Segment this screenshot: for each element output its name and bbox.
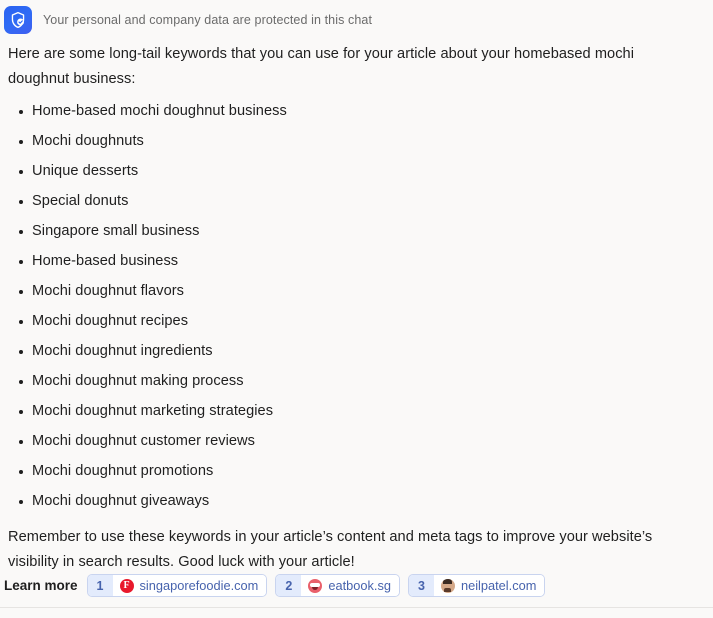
citation-body: neilpatel.com [433, 575, 545, 596]
privacy-banner: Your personal and company data are prote… [0, 0, 713, 34]
citation-index: 3 [408, 575, 434, 596]
list-item: Singapore small business [8, 216, 691, 246]
privacy-banner-text: Your personal and company data are prote… [43, 12, 373, 27]
citation-index: 1 [87, 575, 113, 596]
list-item: Mochi doughnuts [8, 126, 691, 156]
list-item: Mochi doughnut promotions [8, 456, 691, 486]
citation-domain: eatbook.sg [328, 578, 391, 593]
learn-more-label: Learn more [4, 578, 78, 593]
shield-check-icon [4, 5, 32, 34]
bottom-divider [0, 607, 713, 608]
list-item: Mochi doughnut marketing strategies [8, 396, 691, 426]
citation-domain: singaporefoodie.com [139, 578, 259, 593]
citation-chip-singaporefoodie[interactable]: 1 F singaporefoodie.com [86, 574, 268, 597]
citation-chip-neilpatel[interactable]: 3 neilpatel.com [407, 574, 546, 597]
neilpatel-avatar-favicon-icon [440, 578, 455, 593]
citation-body: eatbook.sg [301, 575, 399, 596]
list-item: Home-based business [8, 246, 691, 276]
keyword-list: Home-based mochi doughnut business Mochi… [8, 96, 691, 516]
citation-chip-eatbook[interactable]: 2 eatbook.sg [275, 574, 400, 597]
eatbook-favicon-icon [308, 578, 323, 593]
learn-more-bar: Learn more 1 F singaporefoodie.com 2 eat… [0, 574, 713, 597]
outro-paragraph: Remember to use these keywords in your a… [8, 529, 653, 570]
list-item: Mochi doughnut flavors [8, 276, 691, 306]
list-item: Mochi doughnut giveaways [8, 486, 691, 516]
list-item: Mochi doughnut ingredients [8, 336, 691, 366]
list-item: Mochi doughnut recipes [8, 306, 691, 336]
citation-domain: neilpatel.com [460, 578, 537, 593]
assistant-message: Here are some long-tail keywords that yo… [0, 34, 713, 575]
singaporefoodie-favicon-icon: F [119, 578, 134, 593]
citation-index: 2 [276, 575, 302, 596]
list-item: Unique desserts [8, 156, 691, 186]
list-item: Special donuts [8, 186, 691, 216]
intro-paragraph: Here are some long-tail keywords that yo… [8, 46, 635, 87]
list-item: Mochi doughnut customer reviews [8, 426, 691, 456]
list-item: Mochi doughnut making process [8, 366, 691, 396]
citation-body: F singaporefoodie.com [112, 575, 267, 596]
list-item: Home-based mochi doughnut business [8, 96, 691, 126]
